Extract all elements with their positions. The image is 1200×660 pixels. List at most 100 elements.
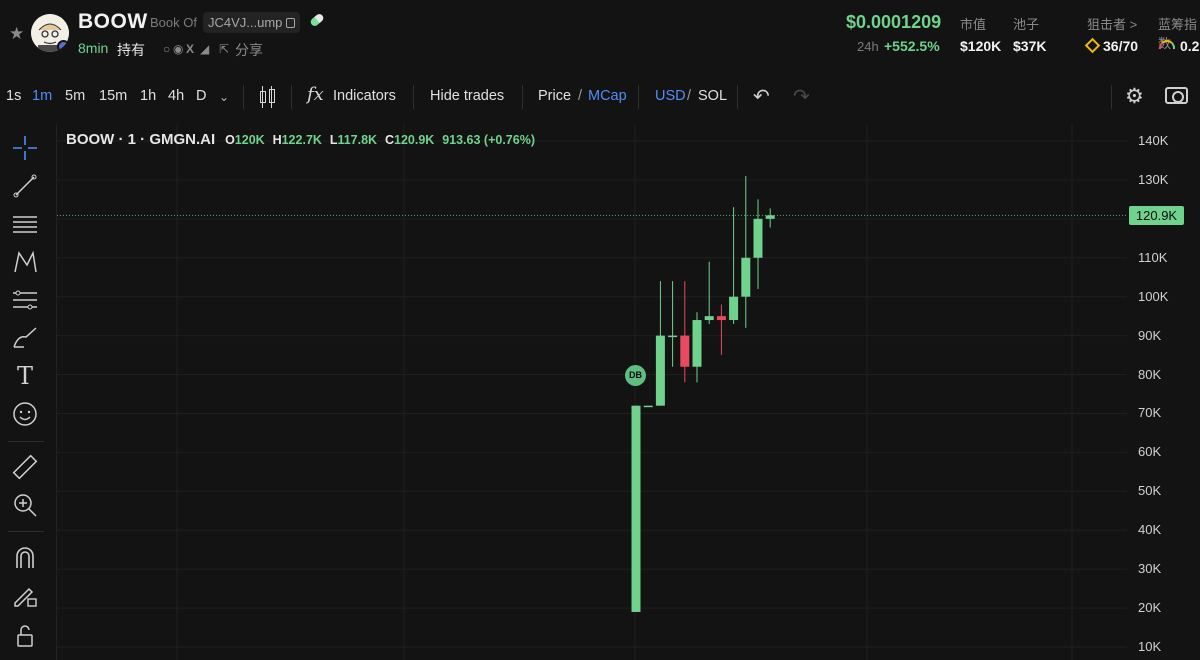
- candlestick-chart[interactable]: [57, 124, 1127, 660]
- copyright-icon[interactable]: ◉: [173, 42, 183, 56]
- toolbar-divider: [413, 85, 414, 109]
- candle-body: [729, 296, 739, 321]
- contract-address: JC4VJ...ump: [208, 15, 283, 30]
- token-avatar: [31, 14, 69, 52]
- copy-icon[interactable]: [286, 18, 296, 28]
- toolbar-divider: [638, 85, 639, 109]
- ruler-icon[interactable]: [8, 452, 42, 482]
- screenshot-camera-icon[interactable]: [1165, 87, 1188, 104]
- candle-body: [753, 218, 763, 258]
- holders-label[interactable]: 持有: [117, 40, 145, 60]
- horizontal-lines-icon[interactable]: [8, 209, 42, 239]
- favorite-star-icon[interactable]: ★: [9, 24, 24, 44]
- candle[interactable]: [729, 207, 739, 324]
- toolbar-divider: [1111, 85, 1112, 109]
- toolbar-divider: [8, 531, 44, 532]
- legend-close-value: 120.9K: [394, 133, 435, 147]
- y-tick-label: 100K: [1138, 288, 1169, 304]
- snipers-value: 36/70: [1103, 38, 1139, 54]
- timeframe-5m[interactable]: 5m: [65, 88, 85, 104]
- pool-value: $37K: [1013, 38, 1047, 54]
- chart-toolbar: 1s 1m 5m 15m 1h 4h D ⌄ fx Indicators Hid…: [0, 78, 1200, 116]
- toolbar-divider: [8, 441, 44, 442]
- unlock-icon[interactable]: [8, 621, 42, 651]
- undo-icon[interactable]: ↶: [753, 84, 770, 109]
- zoom-in-icon[interactable]: [8, 490, 42, 520]
- redo-icon[interactable]: ↷: [793, 84, 810, 109]
- emoji-icon[interactable]: [8, 399, 42, 429]
- indicators-button[interactable]: Indicators: [333, 88, 396, 104]
- usd-toggle[interactable]: USD: [655, 88, 686, 104]
- market-cap-value: $120K: [960, 38, 1002, 54]
- verified-badge-icon: [57, 40, 69, 52]
- legend-open-key: O: [225, 133, 235, 147]
- candle[interactable]: [704, 261, 714, 324]
- magnet-icon[interactable]: [8, 543, 42, 573]
- mcap-toggle[interactable]: MCap: [588, 88, 627, 104]
- settings-gear-icon[interactable]: ⚙: [1125, 84, 1144, 109]
- y-tick-label: 30K: [1138, 561, 1162, 577]
- lock-drawings-icon[interactable]: [8, 581, 42, 611]
- token-age: 8min: [78, 40, 109, 56]
- fib-retracement-icon[interactable]: [8, 285, 42, 315]
- candle[interactable]: [716, 304, 726, 356]
- change-period: 24h: [857, 39, 879, 54]
- timeframe-dropdown-chevron-icon[interactable]: ⌄: [219, 90, 229, 104]
- timeframe-1h[interactable]: 1h: [140, 88, 156, 104]
- current-price: $0.0001209: [846, 12, 942, 32]
- toolbar-divider: [737, 85, 738, 109]
- trend-line-icon[interactable]: [8, 171, 42, 201]
- candle-body: [655, 335, 665, 406]
- pattern-tool-icon[interactable]: [8, 247, 42, 277]
- contract-address-chip[interactable]: JC4VJ...ump: [203, 12, 301, 33]
- candle[interactable]: [668, 281, 678, 367]
- candle-body: [704, 316, 714, 321]
- x-twitter-icon[interactable]: X: [186, 42, 194, 56]
- y-tick-label: 90K: [1138, 327, 1162, 343]
- sniper-diamond-icon: [1084, 37, 1101, 54]
- token-symbol: BOOW: [78, 10, 148, 33]
- timeframe-1s[interactable]: 1s: [6, 88, 21, 104]
- crosshair-icon[interactable]: [8, 133, 42, 163]
- hide-trades-button[interactable]: Hide trades: [430, 88, 504, 104]
- share-icon[interactable]: ⇱: [219, 42, 229, 56]
- candle[interactable]: [643, 405, 653, 408]
- candle[interactable]: [741, 176, 751, 328]
- candle-body: [741, 257, 751, 297]
- y-tick-label: 60K: [1138, 444, 1162, 460]
- candle[interactable]: [655, 281, 665, 406]
- legend-close-key: C: [384, 133, 394, 147]
- pool-label: 池子: [1013, 17, 1040, 32]
- candle[interactable]: [692, 312, 702, 383]
- market-cap-label: 市值: [960, 17, 987, 32]
- candle-body: [643, 405, 653, 408]
- ohlc-legend: BOOW · 1 · GMGN.AI O120K H122.7K L117.8K…: [66, 131, 535, 148]
- candle-type-icon[interactable]: [258, 86, 276, 108]
- sol-toggle[interactable]: SOL: [698, 88, 727, 104]
- token-full-name: Book Of: [150, 15, 197, 30]
- snipers-label[interactable]: 狙击者 >: [1087, 14, 1137, 33]
- gauge-icon: [1159, 40, 1175, 49]
- y-tick-label: 20K: [1138, 600, 1162, 616]
- dev-buy-marker[interactable]: DB: [625, 365, 646, 386]
- candle[interactable]: [765, 208, 775, 228]
- timeframe-15m[interactable]: 15m: [99, 88, 127, 104]
- candle[interactable]: [753, 199, 763, 289]
- telegram-icon[interactable]: ◢: [200, 42, 209, 56]
- timeframe-1m[interactable]: 1m: [32, 88, 52, 104]
- legend-low-value: 117.8K: [337, 133, 378, 147]
- y-tick-label: 10K: [1138, 639, 1162, 654]
- toolbar-divider: [291, 85, 292, 109]
- candle[interactable]: [631, 405, 641, 612]
- legend-high-value: 122.7K: [281, 133, 322, 147]
- timeframe-d[interactable]: D: [196, 88, 206, 104]
- chart-pane[interactable]: [56, 124, 1127, 660]
- timeframe-4h[interactable]: 4h: [168, 88, 184, 104]
- token-header: ★ BOOW Book Of JC4VJ...ump 8min 持有 ○ ◉ X…: [0, 0, 1200, 70]
- search-icon[interactable]: ○: [163, 42, 170, 56]
- brush-icon[interactable]: [8, 323, 42, 353]
- price-toggle[interactable]: Price: [538, 88, 571, 104]
- indicators-fx-icon[interactable]: fx: [307, 84, 324, 105]
- text-tool-icon[interactable]: T: [8, 361, 42, 391]
- share-label[interactable]: 分享: [235, 40, 263, 60]
